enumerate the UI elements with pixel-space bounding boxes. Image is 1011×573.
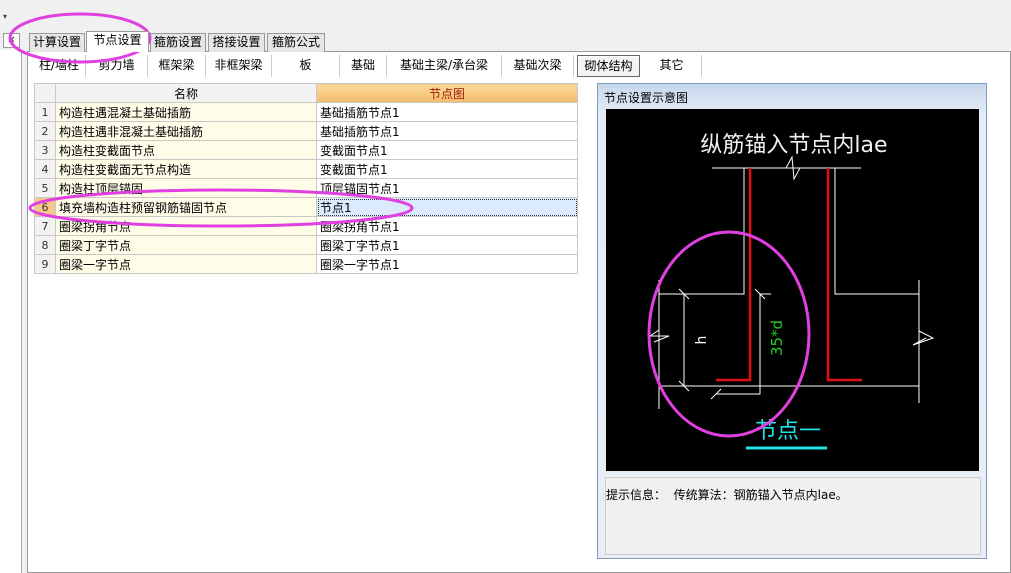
subtab-frame-beam[interactable]: 框架梁 <box>148 55 206 77</box>
row-name[interactable]: 构造柱变截面无节点构造 <box>55 159 317 179</box>
row-node-value[interactable]: 变截面节点1 <box>316 140 578 160</box>
subtab-foundation[interactable]: 基础 <box>340 55 387 77</box>
row-node-value[interactable]: 顶层锚固节点1 <box>316 178 578 198</box>
tab-calc-settings[interactable]: 计算设置 <box>29 33 85 52</box>
close-button[interactable]: ✕ <box>3 33 20 48</box>
hint-label: 提示信息： <box>606 488 667 502</box>
subtab-non-frame-beam[interactable]: 非框架梁 <box>206 55 272 77</box>
tab-lap-settings[interactable]: 搭接设置 <box>208 33 265 52</box>
subtab-slab[interactable]: 板 <box>272 55 340 77</box>
row-number: 4 <box>34 159 56 179</box>
rebar-lines <box>716 168 862 382</box>
tab-node-settings[interactable]: 节点设置 <box>86 31 149 52</box>
diagram-title: 纵筋锚入节点内lae <box>700 133 887 158</box>
row-number: 3 <box>34 140 56 160</box>
dimension-anchor-label: 35*d <box>768 320 786 356</box>
row-node-value[interactable]: 圈梁一字节点1 <box>316 254 578 274</box>
row-name[interactable]: 填充墙构造柱预留钢筋锚固节点 <box>55 197 317 217</box>
left-panel <box>0 50 22 573</box>
table-row[interactable]: 7 圈梁拐角节点 圈梁拐角节点1 <box>34 216 578 236</box>
tab-stirrup-formula[interactable]: 箍筋公式 <box>267 33 325 52</box>
row-node-value[interactable]: 圈梁丁字节点1 <box>316 235 578 255</box>
node-diagram: 纵筋锚入节点内lae h 35*d 节点一 <box>606 109 979 471</box>
tab-stirrup-settings[interactable]: 箍筋设置 <box>150 33 206 52</box>
subtab-foundation-secondary-beam[interactable]: 基础次梁 <box>502 55 574 77</box>
row-node-value[interactable]: 变截面节点1 <box>316 159 578 179</box>
hint-info: 提示信息： 传统算法：钢筋锚入节点内lae。 <box>605 477 981 555</box>
row-number: 9 <box>34 254 56 274</box>
dropdown-arrow-icon[interactable]: ▾ <box>3 12 7 21</box>
row-number-header <box>34 83 56 103</box>
preview-title: 节点设置示意图 <box>604 91 689 105</box>
row-name[interactable]: 圈梁拐角节点 <box>55 216 317 236</box>
subtab-foundation-main-beam[interactable]: 基础主梁/承台梁 <box>387 55 502 77</box>
row-number: 6 <box>34 197 56 217</box>
column-header-node-diagram[interactable]: 节点图 <box>316 83 578 103</box>
row-name[interactable]: 圈梁一字节点 <box>55 254 317 274</box>
row-number: 7 <box>34 216 56 236</box>
concrete-outline <box>648 155 935 409</box>
subtab-other[interactable]: 其它 <box>642 55 702 77</box>
table-row[interactable]: 2 构造柱遇非混凝土基础插筋 基础插筋节点1 <box>34 121 578 141</box>
table-row[interactable]: 9 圈梁一字节点 圈梁一字节点1 <box>34 254 578 274</box>
row-name[interactable]: 构造柱变截面节点 <box>55 140 317 160</box>
row-name[interactable]: 构造柱顶层锚固 <box>55 178 317 198</box>
row-node-value[interactable]: 圈梁拐角节点1 <box>316 216 578 236</box>
diagram-caption: 节点一 <box>755 419 821 444</box>
row-node-value[interactable]: 节点1 <box>316 197 578 217</box>
row-node-value[interactable]: 基础插筋节点1 <box>316 121 578 141</box>
node-preview-panel: 节点设置示意图 纵筋锚入节点内lae h 35*d 节点一 提示信息： 传统算法… <box>597 83 987 559</box>
table-row[interactable]: 4 构造柱变截面无节点构造 变截面节点1 <box>34 159 578 179</box>
table-row[interactable]: 5 构造柱顶层锚固 顶层锚固节点1 <box>34 178 578 198</box>
subtab-masonry[interactable]: 砌体结构 <box>577 55 640 77</box>
row-name[interactable]: 构造柱遇混凝土基础插筋 <box>55 102 317 122</box>
row-node-value[interactable]: 基础插筋节点1 <box>316 102 578 122</box>
row-name[interactable]: 圈梁丁字节点 <box>55 235 317 255</box>
column-header-name[interactable]: 名称 <box>55 83 317 103</box>
table-row[interactable]: 8 圈梁丁字节点 圈梁丁字节点1 <box>34 235 578 255</box>
row-name[interactable]: 构造柱遇非混凝土基础插筋 <box>55 121 317 141</box>
table-row[interactable]: 6 填充墙构造柱预留钢筋锚固节点 节点1 <box>34 197 578 217</box>
subtab-column[interactable]: 柱/墙柱 <box>33 55 86 77</box>
node-settings-table: 名称 节点图 1 构造柱遇混凝土基础插筋 基础插筋节点1 2 构造柱遇非混凝土基础插筋基… <box>34 83 578 274</box>
table-row[interactable]: 1 构造柱遇混凝土基础插筋 基础插筋节点1 <box>34 102 578 122</box>
row-number: 5 <box>34 178 56 198</box>
row-number: 8 <box>34 235 56 255</box>
table-header: 名称 节点图 <box>34 83 578 103</box>
diagram-svg: 纵筋锚入节点内lae h 35*d 节点一 <box>648 133 935 450</box>
subtab-shear-wall[interactable]: 剪力墙 <box>86 55 148 77</box>
dimension-lines <box>678 288 771 400</box>
hint-text: 传统算法：钢筋锚入节点内lae。 <box>673 488 848 502</box>
table-row[interactable]: 3 构造柱变截面节点 变截面节点1 <box>34 140 578 160</box>
dimension-h-label: h <box>694 336 710 345</box>
row-number: 1 <box>34 102 56 122</box>
row-number: 2 <box>34 121 56 141</box>
